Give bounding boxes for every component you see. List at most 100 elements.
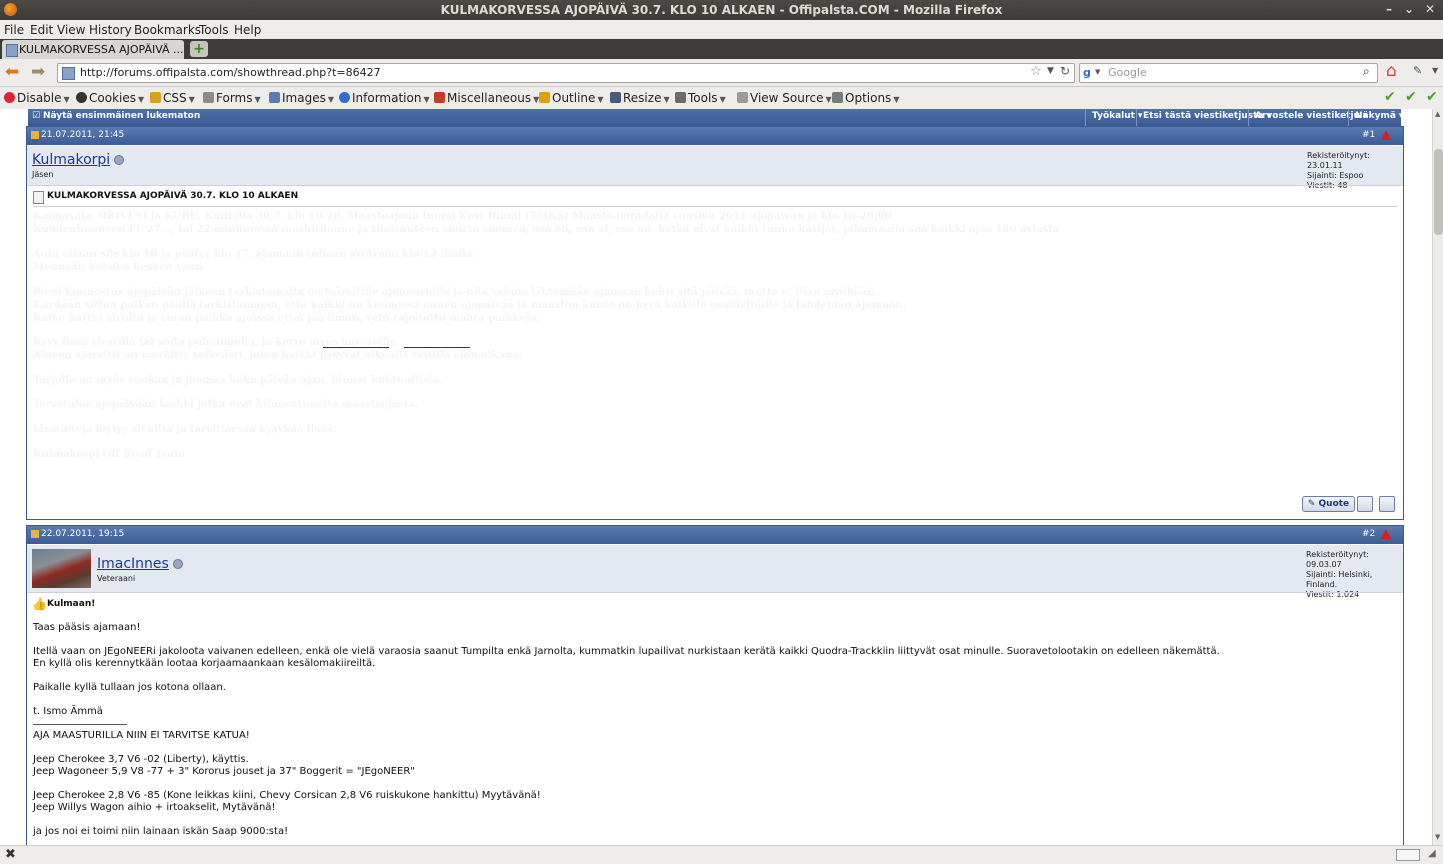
resize-icon [610, 92, 621, 103]
tab-label: KULMAKORVESSA AJOPÄIVÄ ... [19, 43, 184, 56]
window-title: KULMAKORVESSA AJOPÄIVÄ 30.7. KLO 10 ALKA… [440, 3, 1003, 17]
devbar-disable[interactable]: Disable ▼ [4, 91, 70, 105]
menu-file[interactable]: File [4, 23, 24, 37]
scrollbar-thumb[interactable] [1434, 149, 1443, 235]
post-header: 22.07.2011, 19:15 #2 [27, 526, 1403, 544]
report-post-icon[interactable] [1381, 529, 1391, 539]
devbar-cookies[interactable]: Cookies ▼ [76, 91, 144, 105]
signature-divider [33, 724, 127, 725]
back-icon[interactable]: ⬅ [5, 62, 19, 82]
devbar-forms[interactable]: Forms ▼ [203, 91, 261, 105]
url-bar[interactable]: http://forums.offipalsta.com/showthread.… [57, 63, 1075, 83]
search-icon[interactable]: ⌕ [1363, 64, 1370, 79]
menu-view[interactable]: View [57, 23, 85, 37]
home-icon[interactable]: ⌂ [1386, 61, 1397, 81]
post-status-icon [31, 530, 39, 538]
multi-quote-icon[interactable] [1357, 496, 1373, 512]
quick-reply-icon[interactable] [1379, 496, 1395, 512]
post-text-line: Paikalle kyllä tullaan jos kotona ollaan… [33, 682, 226, 693]
offline-status-icon [114, 155, 125, 165]
devbar-tools[interactable]: Tools ▼ [675, 91, 726, 105]
bookmark-star-icon[interactable]: ☆ [1030, 64, 1042, 79]
devbar-outline[interactable]: Outline ▼ [539, 91, 604, 105]
post-hidden-text: Kangasala, ORIVESI ja KURU. Kuntalla 30.… [33, 211, 892, 222]
menu-history[interactable]: History [89, 23, 132, 37]
css-icon [150, 92, 161, 103]
post-text-line: Taas pääsis ajamaan! [33, 622, 141, 633]
devbar-view-source[interactable]: View Source ▼ [737, 91, 832, 105]
search-engine-dropdown-icon[interactable]: ▼ [1095, 68, 1100, 76]
devbar-resize[interactable]: Resize ▼ [610, 91, 670, 105]
quote-button[interactable]: ✎ Quote [1302, 496, 1355, 512]
minimize-icon[interactable]: – [1386, 2, 1392, 16]
post-title: Kulmaan! [47, 599, 96, 609]
menu-bookmarks[interactable]: Bookmarks [134, 23, 201, 37]
site-icon [62, 67, 75, 80]
user-info-row: Kulmakorpi Jäsen Rekisteröitynyt: 23.01.… [27, 146, 1403, 190]
toolbar-menu-icon[interactable]: ▼ [1432, 66, 1438, 75]
devbar-images[interactable]: Images ▼ [269, 91, 334, 105]
devbar-miscellaneous[interactable]: Miscellaneous ▼ [434, 91, 539, 105]
maximize-icon[interactable]: ⌄ [1404, 2, 1414, 16]
navigation-bar: ⬅ ➡ http://forums.offipalsta.com/showthr… [0, 59, 1443, 87]
information-icon [339, 92, 350, 103]
search-field[interactable]: g ▼ Google ⌕ [1079, 63, 1378, 83]
url-dropdown-icon[interactable]: ▼ [1047, 66, 1054, 76]
options-icon [832, 92, 843, 103]
outline-icon [539, 92, 550, 103]
close-addon-bar-icon[interactable]: ✖ [5, 847, 16, 862]
menu-edit[interactable]: Edit [30, 23, 53, 37]
post-text-line: t. Ismo Ämmä [33, 706, 103, 717]
thread-tools-bar: ☑ Näytä ensimmäinen lukematon Työkalut ▾… [28, 109, 1403, 126]
menu-help[interactable]: Help [234, 23, 261, 37]
menu-bar: File Edit View History Bookmarks Tools H… [0, 20, 1443, 39]
first-unread-link[interactable]: ☑ Näytä ensimmäinen lukematon [32, 111, 200, 121]
close-icon[interactable]: ✕ [1425, 2, 1435, 16]
page-content: ☑ Näytä ensimmäinen lukematon Työkalut ▾… [0, 109, 1432, 845]
addon-icon[interactable]: ✎ [1413, 64, 1422, 77]
web-developer-toolbar: Disable ▼ Cookies ▼ CSS ▼ Forms ▼ Images ▼ In… [0, 87, 1443, 110]
resize-grip-icon[interactable]: ◢ [1428, 848, 1436, 859]
post-hidden-text: Pieni kunnostus ajopäivän jälkeen tarkis… [33, 287, 878, 298]
tools-icon [675, 92, 686, 103]
post-hidden-text: Mennään kahden kesken vaan. [33, 262, 206, 273]
view-source-icon [737, 92, 748, 103]
reload-icon[interactable]: ↻ [1060, 64, 1070, 78]
signature-line: Jeep Cherokee 3,7 V6 -02 (Liberty), käyt… [33, 754, 249, 765]
post-number[interactable]: #2 [1362, 529, 1375, 539]
post-title: KULMAKORVESSA AJOPÄIVÄ 30.7. KLO 10 ALKA… [47, 191, 299, 201]
devbar-css[interactable]: CSS ▼ [150, 91, 195, 105]
post-date: 22.07.2011, 19:15 [41, 529, 125, 539]
user-info-row: ImacInnes Veteraani Rekisteröitynyt: 09.… [27, 545, 1403, 599]
devbar-information[interactable]: Information ▼ [339, 91, 430, 105]
url-text: http://forums.offipalsta.com/showthread.… [80, 66, 381, 79]
report-post-icon[interactable] [1381, 130, 1391, 140]
addon-status-icon[interactable] [1396, 849, 1420, 861]
new-tab-button[interactable]: + [190, 41, 208, 57]
google-icon: g [1083, 66, 1091, 79]
avatar[interactable] [32, 549, 91, 588]
display-mode-button[interactable]: Näkymä ▾ [1348, 109, 1409, 126]
menu-tools[interactable]: Tools [199, 23, 229, 37]
offline-status-icon [172, 559, 183, 569]
user-role: Veteraani [97, 574, 136, 583]
devbar-options[interactable]: Options ▼ [832, 91, 899, 105]
username-link[interactable]: Kulmakorpi [32, 152, 125, 168]
post-hidden-text: Alueen ajoreitit on merkitty selkeästi, … [33, 350, 523, 361]
divider [27, 592, 1403, 593]
scroll-up-icon[interactable]: ▲ [1435, 110, 1440, 118]
post-1: 21.07.2011, 21:45 #1 Kulmakorpi Jäsen Re… [26, 126, 1404, 520]
status-bar: ✖ ◢ [0, 845, 1443, 864]
post-text-line: Itellä vaan on JEgoNEERi jakoloota vaiva… [33, 646, 1220, 657]
signature-line: Jeep Cherokee 2,8 V6 -85 (Kone leikkas k… [33, 790, 541, 801]
post-hidden-text: Katso kartta sivulta ja varaa paikka ajo… [33, 313, 540, 324]
username-link[interactable]: ImacInnes [97, 556, 183, 572]
post-number[interactable]: #1 [1362, 130, 1375, 140]
check-icon: ✔ [1405, 89, 1417, 105]
tab-current[interactable]: KULMAKORVESSA AJOPÄIVÄ ... [2, 40, 184, 59]
thumbs-up-icon: 👍 [32, 597, 47, 611]
check-icon: ✔ [1384, 89, 1396, 105]
forward-icon[interactable]: ➡ [31, 62, 45, 82]
vertical-scrollbar[interactable]: ▲ ▼ [1432, 109, 1443, 845]
scroll-down-icon[interactable]: ▼ [1435, 833, 1440, 841]
